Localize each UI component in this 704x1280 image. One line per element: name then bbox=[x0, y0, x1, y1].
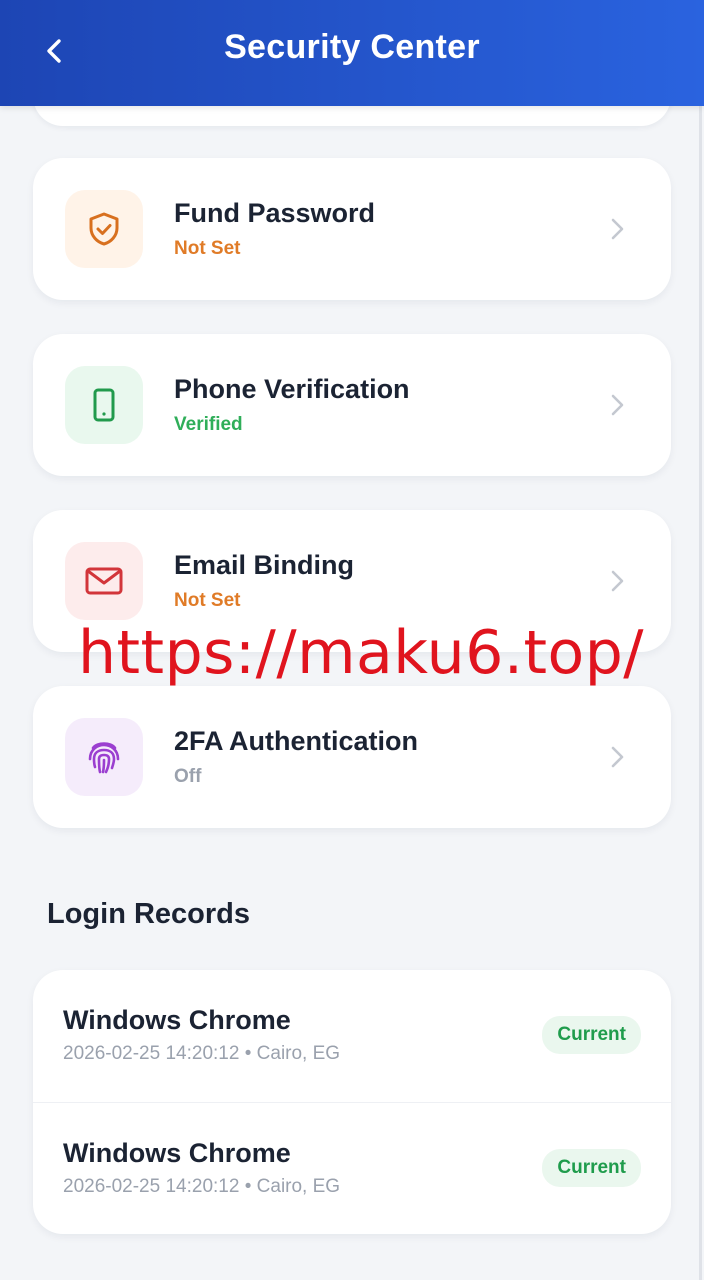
item-title: Email Binding bbox=[174, 550, 355, 580]
chevron-right-icon bbox=[611, 394, 624, 416]
record-meta: 2026-02-25 14:20:12 • Cairo, EG bbox=[63, 1043, 340, 1065]
record-time: 2026-02-25 14:20:12 bbox=[63, 1176, 240, 1197]
record-time: 2026-02-25 14:20:12 bbox=[63, 1043, 240, 1064]
login-record-row[interactable]: Windows Chrome 2026-02-25 14:20:12 • Cai… bbox=[33, 1102, 671, 1234]
status-text: Verified bbox=[174, 414, 243, 435]
separator-dot: • bbox=[244, 1043, 257, 1064]
login-record-row[interactable]: Windows Chrome 2026-02-25 14:20:12 • Cai… bbox=[33, 970, 671, 1102]
watermark-url: https://maku6.top/ bbox=[78, 618, 644, 688]
shield-check-icon bbox=[89, 212, 119, 246]
chevron-right-icon bbox=[611, 218, 624, 240]
item-title: Fund Password bbox=[174, 198, 376, 228]
app-header: Security Center bbox=[0, 0, 704, 106]
phone-verification-item[interactable]: Phone Verification Verified bbox=[33, 334, 671, 476]
status-text: Not Set bbox=[174, 238, 241, 259]
scrollbar[interactable] bbox=[699, 0, 702, 1280]
item-title: Phone Verification bbox=[174, 374, 410, 404]
mail-icon bbox=[85, 567, 123, 595]
record-device: Windows Chrome bbox=[63, 1005, 291, 1035]
fund-password-item[interactable]: Fund Password Not Set bbox=[33, 158, 671, 300]
fingerprint-icon bbox=[88, 742, 120, 774]
chevron-right-icon bbox=[611, 746, 624, 768]
icon-container bbox=[65, 718, 143, 796]
icon-container bbox=[65, 190, 143, 268]
login-records-title: Login Records bbox=[47, 898, 251, 930]
chevron-right-icon bbox=[611, 570, 624, 592]
record-meta: 2026-02-25 14:20:12 • Cairo, EG bbox=[63, 1176, 340, 1198]
record-device: Windows Chrome bbox=[63, 1138, 291, 1168]
record-location: Cairo, EG bbox=[256, 1176, 341, 1197]
phone-icon bbox=[93, 388, 115, 422]
status-text: Off bbox=[174, 766, 202, 787]
two-factor-item[interactable]: 2FA Authentication Off bbox=[33, 686, 671, 828]
current-badge: Current bbox=[542, 1149, 641, 1187]
login-records-card: Windows Chrome 2026-02-25 14:20:12 • Cai… bbox=[33, 970, 671, 1234]
icon-container bbox=[65, 366, 143, 444]
current-badge: Current bbox=[542, 1016, 641, 1054]
record-location: Cairo, EG bbox=[256, 1043, 341, 1064]
page-title: Security Center bbox=[224, 28, 480, 66]
status-text: Not Set bbox=[174, 590, 241, 611]
item-title: 2FA Authentication bbox=[174, 726, 419, 756]
separator-dot: • bbox=[244, 1176, 257, 1197]
icon-container bbox=[65, 542, 143, 620]
